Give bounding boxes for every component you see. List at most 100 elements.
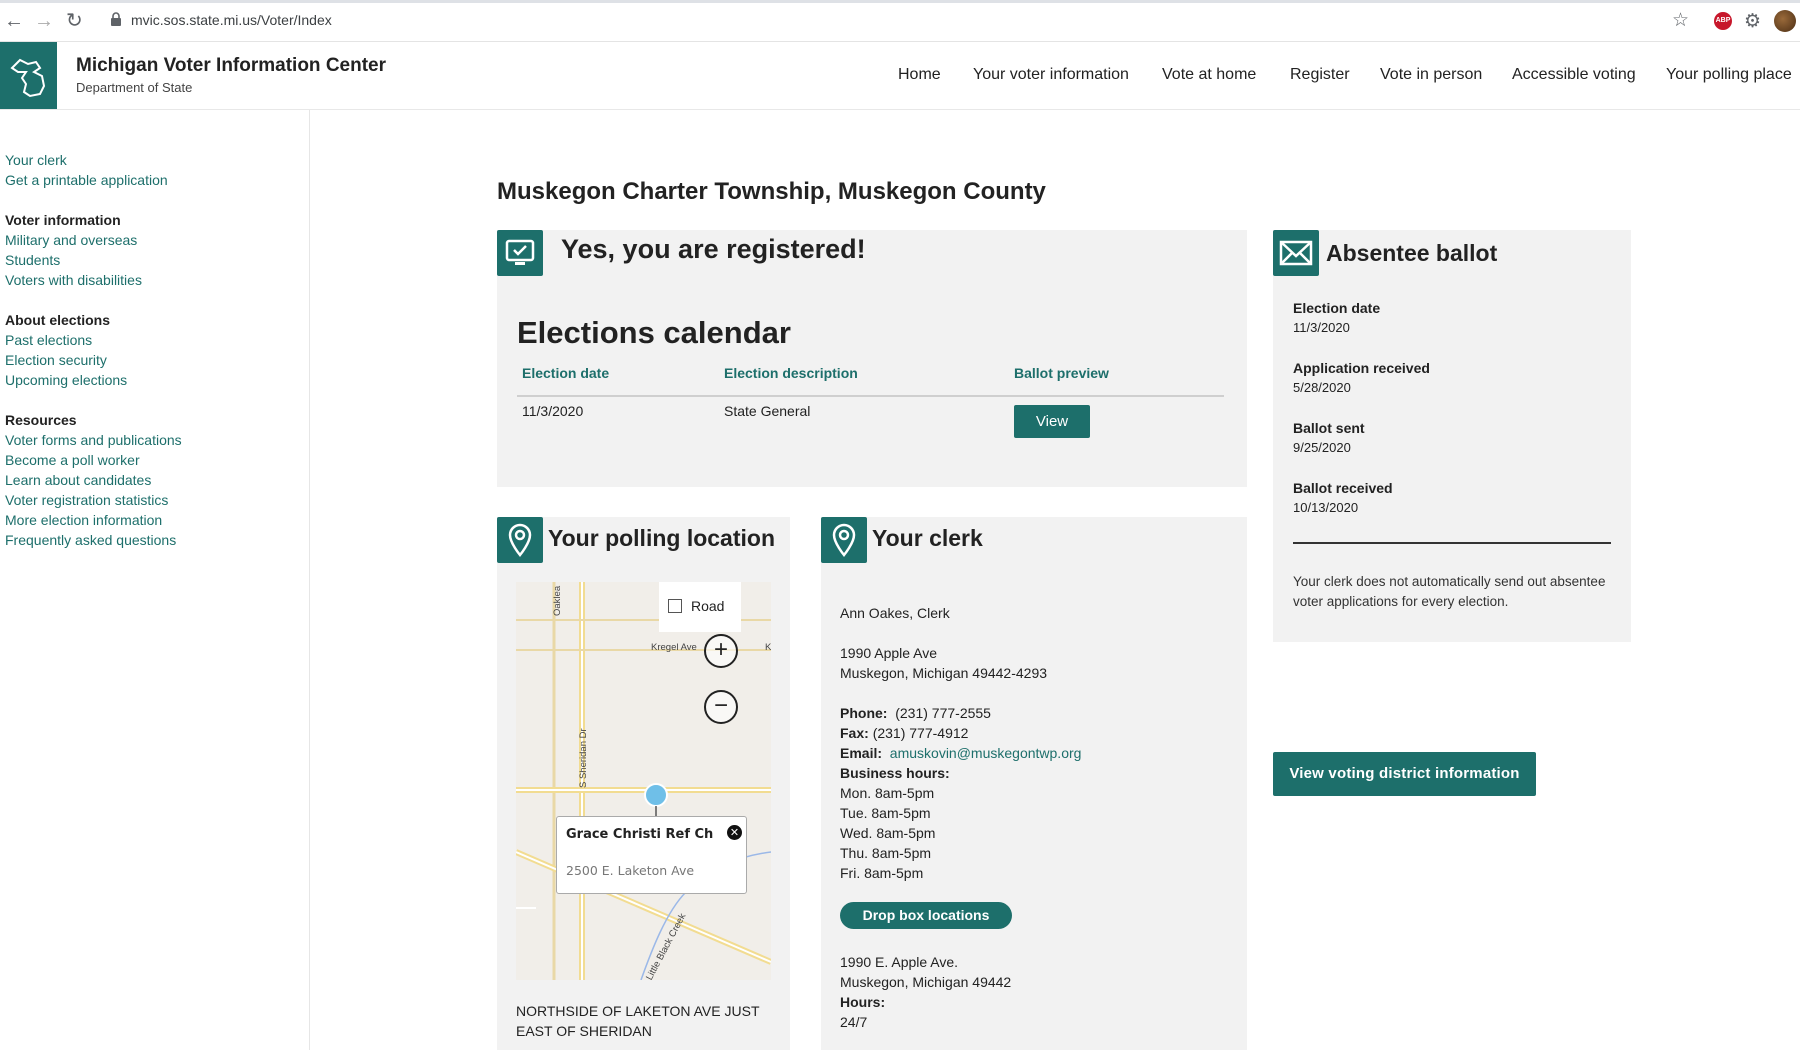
sidebar-item-your-clerk[interactable]: Your clerk <box>5 152 67 168</box>
application-received-label: Application received <box>1293 360 1430 376</box>
sidebar-item-registration-statistics[interactable]: Voter registration statistics <box>5 492 168 508</box>
nav-vote-at-home[interactable]: Vote at home <box>1162 66 1256 84</box>
sidebar-item-election-security[interactable]: Election security <box>5 352 107 368</box>
michigan-logo[interactable] <box>0 42 57 109</box>
sidebar-item-more-election-info[interactable]: More election information <box>5 512 162 528</box>
business-hours-label: Business hours: <box>840 765 950 781</box>
clerk-title: Your clerk <box>872 525 983 551</box>
clerk-phone: Phone: (231) 777-2555 <box>840 705 991 721</box>
url-text[interactable]: mvic.sos.state.mi.us/Voter/Index <box>131 12 332 28</box>
map-street-label-oaklea: Oaklea <box>552 585 563 616</box>
absentee-election-date-value: 11/3/2020 <box>1293 320 1350 335</box>
adblock-extension-icon[interactable]: ABP <box>1714 12 1732 30</box>
nav-register[interactable]: Register <box>1290 66 1350 84</box>
application-received-value: 5/28/2020 <box>1293 380 1351 395</box>
polling-location-map[interactable]: Oaklea Kregel Ave K S Sheridan Dr Little… <box>516 582 771 980</box>
clerk-name: Ann Oakes, Clerk <box>840 605 950 621</box>
polling-place-address: 2500 E. Laketon Ave <box>566 863 695 878</box>
hours-tuesday: Tue. 8am-5pm <box>840 805 931 821</box>
absentee-divider <box>1293 542 1611 544</box>
registration-card: Yes, you are registered! Elections calen… <box>497 230 1247 487</box>
absentee-ballot-card: Absentee ballot Election date 11/3/2020 … <box>1273 230 1631 642</box>
hours-thursday: Thu. 8am-5pm <box>840 845 932 861</box>
site-header: Michigan Voter Information Center Depart… <box>0 42 1800 110</box>
clerk-card: Your clerk Ann Oakes, Clerk 1990 Apple A… <box>821 517 1247 1050</box>
fax-value: (231) 777-4912 <box>872 725 969 741</box>
clerk-address-line1: 1990 Apple Ave <box>840 645 938 661</box>
dropbox-hours-value: 24/7 <box>840 1014 868 1030</box>
ballot-sent-label: Ballot sent <box>1293 420 1365 436</box>
zoom-out-button[interactable]: − <box>704 690 738 724</box>
close-icon[interactable]: ✕ <box>727 825 742 840</box>
forward-icon[interactable]: → <box>34 11 54 31</box>
sidebar-heading-about-elections: About elections <box>5 312 111 328</box>
sidebar-item-military-overseas[interactable]: Military and overseas <box>5 232 137 248</box>
clerk-email: Email: amuskovin@muskegontwp.org <box>840 745 1081 761</box>
page-title: Muskegon Charter Township, Muskegon Coun… <box>497 178 1046 205</box>
hours-friday: Fri. 8am-5pm <box>840 865 924 881</box>
nav-home[interactable]: Home <box>898 66 941 84</box>
sidebar-item-voter-forms[interactable]: Voter forms and publications <box>5 432 182 448</box>
sidebar-item-faq[interactable]: Frequently asked questions <box>5 532 176 548</box>
tab-strip <box>0 0 1800 3</box>
map-road-style-button[interactable]: Road <box>659 582 741 632</box>
polling-location-description: NORTHSIDE OF LAKETON AVE JUST EAST OF SH… <box>516 1003 760 1039</box>
clerk-address-line2: Muskegon, Michigan 49442-4293 <box>840 665 1048 681</box>
ballot-received-value: 10/13/2020 <box>1293 500 1359 515</box>
table-cell-election-date: 11/3/2020 <box>522 403 584 419</box>
sidebar-item-past-elections[interactable]: Past elections <box>5 332 92 348</box>
clerk-fax: Fax: (231) 777-4912 <box>840 725 968 741</box>
map-street-label-sheridan: S Sheridan Dr <box>578 728 589 788</box>
profile-avatar[interactable] <box>1774 10 1796 32</box>
sidebar-item-voters-disabilities[interactable]: Voters with disabilities <box>5 272 142 288</box>
absentee-election-date-label: Election date <box>1293 300 1381 316</box>
sidebar-heading-resources: Resources <box>5 412 77 428</box>
email-link[interactable]: amuskovin@muskegontwp.org <box>890 745 1082 761</box>
column-header-ballot-preview: Ballot preview <box>1014 365 1109 381</box>
extensions-puzzle-icon[interactable]: ⚙ <box>1744 10 1761 33</box>
dropbox-hours-label: Hours: <box>840 994 886 1010</box>
sidebar-item-learn-candidates[interactable]: Learn about candidates <box>5 472 151 488</box>
absentee-note: Your clerk does not automatically send o… <box>1293 574 1606 609</box>
sidebar-heading-voter-information: Voter information <box>5 212 121 228</box>
map-info-popup: Grace Christi Ref Ch 2500 E. Laketon Ave… <box>556 816 747 894</box>
registration-status: Yes, you are registered! <box>561 234 866 264</box>
phone-label: Phone: <box>840 705 888 721</box>
nav-accessible-voting[interactable]: Accessible voting <box>1512 66 1636 84</box>
drop-box-locations-button[interactable]: Drop box locations <box>840 902 1012 929</box>
table-divider <box>517 395 1224 397</box>
sidebar: Your clerk Get a printable application V… <box>0 110 310 1050</box>
polling-location-card: Your polling location Oaklea Kregel Ave … <box>497 517 790 1050</box>
map-layer-icon <box>668 599 682 613</box>
sidebar-item-upcoming-elections[interactable]: Upcoming elections <box>5 372 127 388</box>
bookmark-star-icon[interactable]: ☆ <box>1672 9 1689 32</box>
map-street-label-k: K <box>765 642 771 653</box>
ballot-sent-value: 9/25/2020 <box>1293 440 1351 455</box>
address-bar[interactable] <box>96 8 1696 36</box>
nav-vote-in-person[interactable]: Vote in person <box>1380 66 1482 84</box>
lock-icon <box>111 12 121 26</box>
ballot-preview-view-button[interactable]: View <box>1014 405 1090 438</box>
sidebar-item-poll-worker[interactable]: Become a poll worker <box>5 452 140 468</box>
reload-icon[interactable]: ↻ <box>66 11 83 31</box>
view-voting-district-button[interactable]: View voting district information <box>1273 752 1536 796</box>
zoom-in-button[interactable]: + <box>704 634 738 668</box>
site-title[interactable]: Michigan Voter Information Center <box>76 55 386 77</box>
sidebar-item-printable-application[interactable]: Get a printable application <box>5 172 168 188</box>
nav-your-polling-place[interactable]: Your polling place <box>1666 66 1792 84</box>
map-street-label-kregel: Kregel Ave <box>651 642 697 653</box>
sidebar-item-students[interactable]: Students <box>5 252 60 268</box>
michigan-map-icon <box>10 58 46 98</box>
site-subtitle: Department of State <box>76 80 193 95</box>
dropbox-address-line1: 1990 E. Apple Ave. <box>840 954 959 970</box>
absentee-ballot-title: Absentee ballot <box>1326 240 1498 266</box>
phone-value: (231) 777-2555 <box>895 705 991 721</box>
back-icon[interactable]: ← <box>4 11 24 31</box>
fax-label: Fax: <box>840 725 869 741</box>
elections-calendar-title: Elections calendar <box>517 315 791 350</box>
dropbox-address-line2: Muskegon, Michigan 49442 <box>840 974 1012 990</box>
nav-your-voter-information[interactable]: Your voter information <box>973 66 1129 84</box>
hours-monday: Mon. 8am-5pm <box>840 785 935 801</box>
column-header-election-description: Election description <box>724 365 858 381</box>
ballot-received-label: Ballot received <box>1293 480 1393 496</box>
